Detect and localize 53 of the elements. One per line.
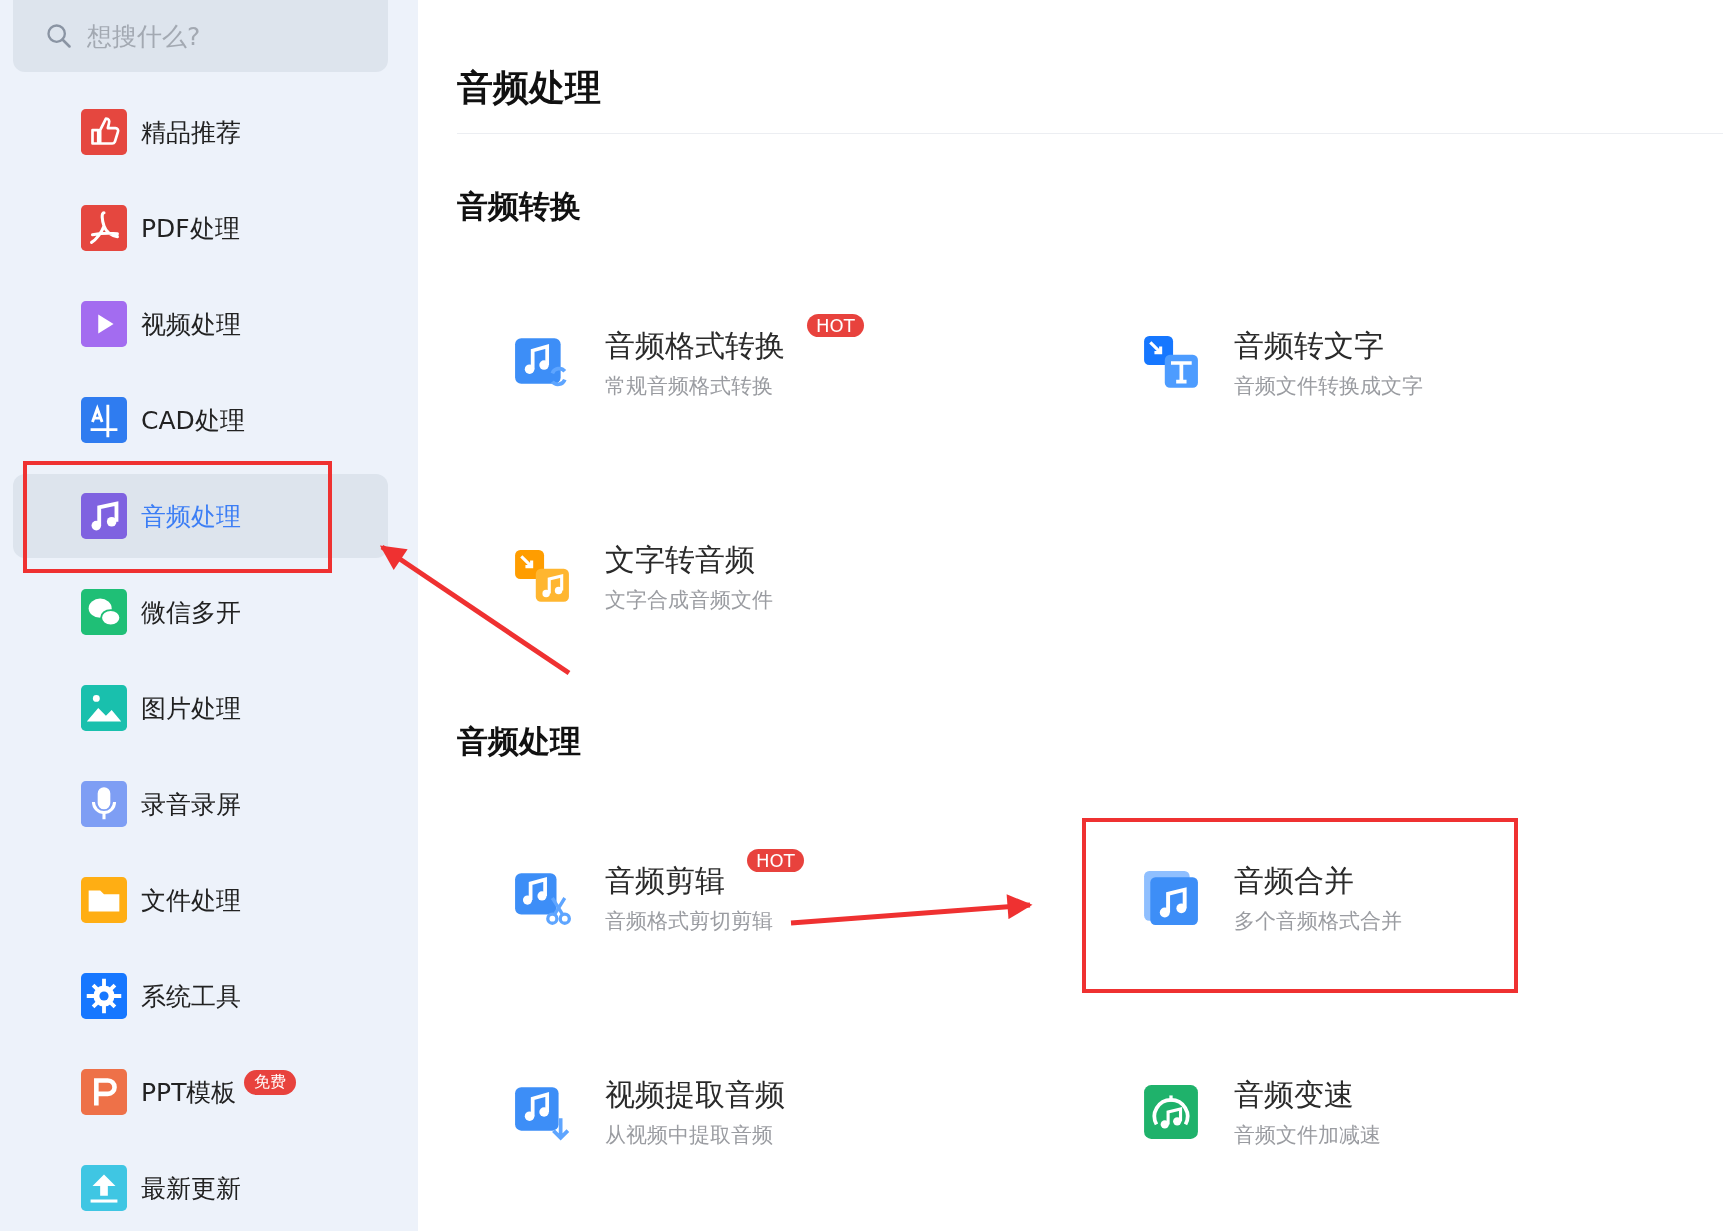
hot-badge: HOT	[747, 849, 804, 872]
tool-description: 从视频中提取音频	[605, 1122, 774, 1149]
tool-description: 文字合成音频文件	[605, 587, 773, 614]
tool-item[interactable]: 音频变速 音频文件加减速	[1086, 1005, 1723, 1219]
tool-title: 视频提取音频	[605, 1076, 785, 1114]
music-note-icon	[81, 493, 127, 539]
stacked-music-note-icon	[1142, 869, 1200, 927]
tool-item[interactable]: 音频合并 多个音频格式合并	[1086, 791, 1723, 1005]
sidebar-item[interactable]: 微信多开	[13, 564, 388, 660]
sidebar-item[interactable]: 精品推荐	[13, 84, 388, 180]
tool-description: 多个音频格式合并	[1234, 908, 1402, 935]
tool-item[interactable]: 文字转音频 文字合成音频文件	[457, 470, 1086, 684]
sidebar-item[interactable]: PDF处理	[13, 180, 388, 276]
tool-item[interactable]: 音频剪辑 HOT 音频格式剪切剪辑	[457, 791, 1086, 1005]
sidebar-item[interactable]: PPT模板 免费	[13, 1044, 388, 1140]
gear-icon	[81, 973, 127, 1019]
tool-title: 音频合并	[1234, 862, 1354, 900]
cad-icon	[81, 397, 127, 443]
pdf-icon	[81, 205, 127, 251]
free-badge: 免费	[244, 1070, 297, 1095]
thumbs-up-icon	[81, 109, 127, 155]
hot-badge: HOT	[807, 314, 864, 337]
tool-description: 音频格式剪切剪辑	[605, 908, 774, 935]
sidebar-item[interactable]: 图片处理	[13, 660, 388, 756]
page-title: 音频处理	[457, 64, 1723, 134]
play-icon	[81, 301, 127, 347]
tool-description: 音频文件加减速	[1234, 1122, 1381, 1149]
sidebar-item[interactable]: 系统工具	[13, 948, 388, 1044]
tool-title: 音频转文字	[1234, 327, 1384, 365]
section-heading: 音频转换	[457, 187, 582, 226]
sidebar-item[interactable]: 录音录屏	[13, 756, 388, 852]
sidebar-item[interactable]: 文件处理	[13, 852, 388, 948]
tool-title: 音频格式转换	[605, 327, 785, 365]
tool-title: 音频剪辑	[605, 862, 725, 900]
tool-description: 音频文件转换成文字	[1234, 373, 1423, 400]
folder-icon	[81, 877, 127, 923]
sidebar-item[interactable]: CAD处理	[13, 372, 388, 468]
tool-description: 常规音频格式转换	[605, 373, 774, 400]
tool-item[interactable]: 视频提取音频 从视频中提取音频	[457, 1005, 1086, 1219]
microphone-icon	[81, 781, 127, 827]
chat-bubbles-icon	[81, 589, 127, 635]
tool-title: 文字转音频	[605, 541, 755, 579]
tool-item[interactable]: 音频转文字 音频文件转换成文字	[1086, 256, 1723, 470]
tool-item[interactable]: 音频格式转换 HOT 常规音频格式转换	[457, 256, 1086, 470]
tool-title: 音频变速	[1234, 1076, 1354, 1114]
search-field[interactable]: 想搜什么?	[13, 0, 388, 72]
letter-p-icon	[81, 1069, 127, 1115]
section-heading: 音频处理	[457, 722, 582, 761]
upload-icon	[81, 1165, 127, 1211]
sidebar-item[interactable]: 最新更新	[13, 1140, 388, 1231]
sidebar-item[interactable]: 视频处理	[13, 276, 388, 372]
music-gauge-icon	[1142, 1083, 1200, 1141]
image-icon	[81, 685, 127, 731]
